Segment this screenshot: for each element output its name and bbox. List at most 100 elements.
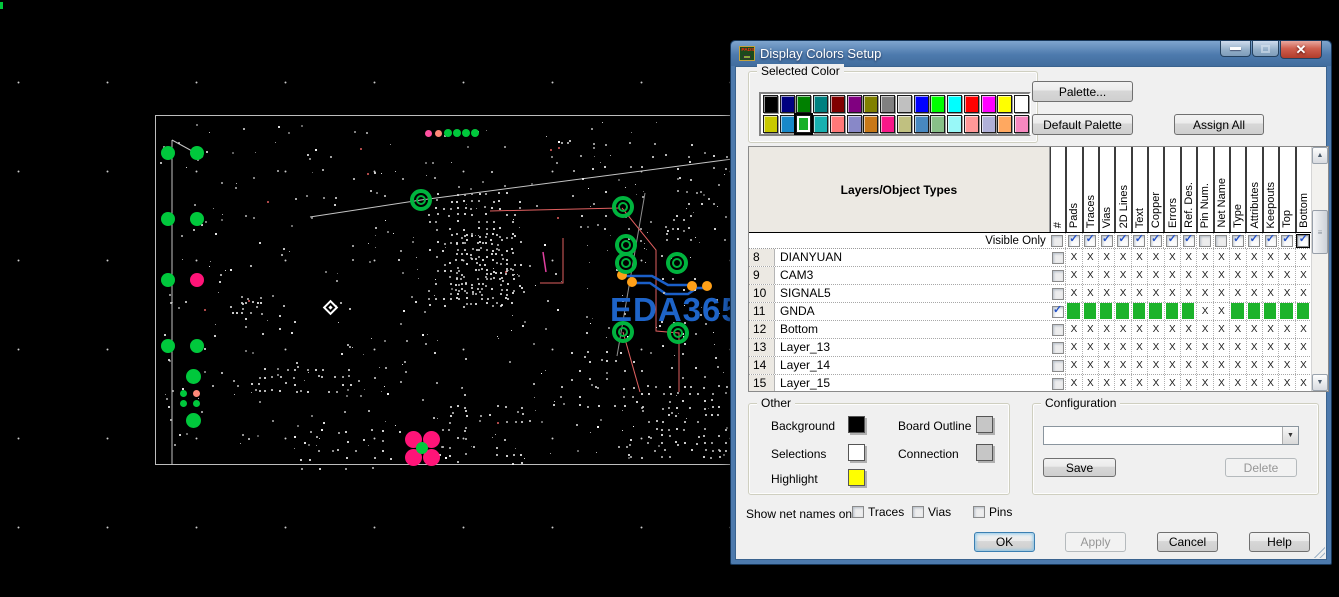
- table-row[interactable]: 13Layer_13XXXXXXXXXXXXXXX: [749, 339, 1312, 357]
- color-assignment-cell[interactable]: X: [1230, 357, 1246, 374]
- color-assignment-cell[interactable]: X: [1247, 321, 1263, 338]
- palette-swatch[interactable]: [880, 115, 895, 133]
- color-assignment-cell[interactable]: X: [1165, 321, 1181, 338]
- palette-swatch[interactable]: [780, 95, 795, 113]
- palette-swatch[interactable]: [914, 95, 929, 113]
- layer-name[interactable]: GNDA: [775, 303, 1050, 320]
- visible-only-checkbox[interactable]: [1068, 235, 1080, 247]
- color-assignment-cell[interactable]: X: [1197, 249, 1213, 266]
- color-assignment-cell[interactable]: [1296, 303, 1312, 320]
- color-assignment-cell[interactable]: X: [1181, 285, 1197, 302]
- palette-swatch[interactable]: [897, 95, 912, 113]
- color-assignment-cell[interactable]: X: [1148, 285, 1164, 302]
- visible-only-checkbox[interactable]: [1215, 235, 1227, 247]
- scroll-down-icon[interactable]: ▼: [1312, 374, 1328, 391]
- palette-swatch[interactable]: [763, 95, 778, 113]
- color-assignment-cell[interactable]: X: [1083, 285, 1099, 302]
- color-assignment-cell[interactable]: X: [1263, 321, 1279, 338]
- board-outline-color-swatch[interactable]: [976, 416, 993, 433]
- palette-swatch[interactable]: [981, 115, 996, 133]
- color-assignment-cell[interactable]: X: [1279, 357, 1295, 374]
- visible-only-checkbox[interactable]: [1183, 235, 1195, 247]
- palette-button[interactable]: Palette...: [1032, 81, 1133, 102]
- scroll-up-icon[interactable]: ▲: [1312, 147, 1328, 164]
- visible-only-checkbox[interactable]: [1281, 235, 1293, 247]
- color-assignment-cell[interactable]: X: [1115, 249, 1131, 266]
- color-assignment-cell[interactable]: X: [1247, 267, 1263, 284]
- color-assignment-cell[interactable]: X: [1148, 267, 1164, 284]
- visible-only-checkbox[interactable]: [1150, 235, 1162, 247]
- color-assignment-cell[interactable]: X: [1247, 357, 1263, 374]
- color-assignment-cell[interactable]: [1148, 303, 1164, 320]
- color-assignment-cell[interactable]: X: [1115, 267, 1131, 284]
- color-assignment-cell[interactable]: X: [1197, 285, 1213, 302]
- layer-name[interactable]: DIANYUAN: [775, 249, 1050, 266]
- palette-swatch[interactable]: [1014, 115, 1029, 133]
- color-assignment-cell[interactable]: [1279, 303, 1295, 320]
- color-assignment-cell[interactable]: X: [1099, 249, 1115, 266]
- layer-checkbox[interactable]: [1052, 342, 1064, 354]
- layer-checkbox[interactable]: [1052, 360, 1064, 372]
- color-assignment-cell[interactable]: [1263, 303, 1279, 320]
- layer-name[interactable]: SIGNAL5: [775, 285, 1050, 302]
- layer-checkbox[interactable]: [1052, 270, 1064, 282]
- color-assignment-cell[interactable]: X: [1279, 285, 1295, 302]
- visible-only-checkbox[interactable]: [1166, 235, 1178, 247]
- color-assignment-cell[interactable]: X: [1066, 285, 1082, 302]
- color-assignment-cell[interactable]: X: [1247, 375, 1263, 391]
- visible-only-checkbox[interactable]: [1297, 235, 1309, 247]
- color-assignment-cell[interactable]: X: [1115, 285, 1131, 302]
- color-assignment-cell[interactable]: X: [1247, 249, 1263, 266]
- color-assignment-cell[interactable]: [1066, 303, 1082, 320]
- color-assignment-cell[interactable]: X: [1148, 357, 1164, 374]
- palette-swatch[interactable]: [947, 95, 962, 113]
- table-row[interactable]: 8DIANYUANXXXXXXXXXXXXXXX: [749, 249, 1312, 267]
- visible-only-checkbox[interactable]: [1084, 235, 1096, 247]
- layer-name[interactable]: CAM3: [775, 267, 1050, 284]
- color-assignment-cell[interactable]: X: [1296, 321, 1312, 338]
- cancel-button[interactable]: Cancel: [1157, 532, 1218, 552]
- color-assignment-cell[interactable]: X: [1296, 249, 1312, 266]
- default-palette-button[interactable]: Default Palette: [1032, 114, 1133, 135]
- palette-swatch[interactable]: [914, 115, 929, 133]
- color-assignment-cell[interactable]: X: [1099, 321, 1115, 338]
- color-assignment-cell[interactable]: X: [1214, 375, 1230, 391]
- color-assignment-cell[interactable]: X: [1165, 267, 1181, 284]
- color-assignment-cell[interactable]: X: [1279, 267, 1295, 284]
- table-scrollbar[interactable]: ▲ ≡ ▼: [1311, 147, 1328, 391]
- color-assignment-cell[interactable]: X: [1165, 285, 1181, 302]
- color-assignment-cell[interactable]: X: [1181, 321, 1197, 338]
- color-assignment-cell[interactable]: X: [1066, 375, 1082, 391]
- color-assignment-cell[interactable]: X: [1083, 375, 1099, 391]
- color-assignment-cell[interactable]: X: [1197, 357, 1213, 374]
- color-assignment-cell[interactable]: [1247, 303, 1263, 320]
- color-assignment-cell[interactable]: X: [1263, 357, 1279, 374]
- color-assignment-cell[interactable]: X: [1296, 267, 1312, 284]
- color-assignment-cell[interactable]: X: [1132, 357, 1148, 374]
- palette-swatch[interactable]: [847, 115, 862, 133]
- color-assignment-cell[interactable]: X: [1247, 339, 1263, 356]
- visible-only-checkbox[interactable]: [1133, 235, 1145, 247]
- color-assignment-cell[interactable]: X: [1296, 375, 1312, 391]
- visible-only-checkbox[interactable]: [1117, 235, 1129, 247]
- table-row[interactable]: 15Layer_15XXXXXXXXXXXXXXX: [749, 375, 1312, 391]
- color-assignment-cell[interactable]: X: [1197, 321, 1213, 338]
- palette-swatch[interactable]: [997, 115, 1012, 133]
- color-assignment-cell[interactable]: X: [1165, 375, 1181, 391]
- color-assignment-cell[interactable]: X: [1230, 321, 1246, 338]
- color-assignment-cell[interactable]: X: [1214, 321, 1230, 338]
- color-assignment-cell[interactable]: X: [1181, 249, 1197, 266]
- color-assignment-cell[interactable]: X: [1230, 267, 1246, 284]
- palette-swatch[interactable]: [863, 95, 878, 113]
- color-assignment-cell[interactable]: X: [1148, 375, 1164, 391]
- layer-checkbox[interactable]: [1052, 306, 1064, 318]
- color-assignment-cell[interactable]: X: [1115, 339, 1131, 356]
- color-assignment-cell[interactable]: X: [1197, 303, 1213, 320]
- connection-color-swatch[interactable]: [976, 444, 993, 461]
- color-assignment-cell[interactable]: X: [1083, 321, 1099, 338]
- color-assignment-cell[interactable]: [1165, 303, 1181, 320]
- color-assignment-cell[interactable]: X: [1083, 267, 1099, 284]
- palette-swatch[interactable]: [930, 95, 945, 113]
- palette-swatch[interactable]: [947, 115, 962, 133]
- palette-swatch[interactable]: [780, 115, 795, 133]
